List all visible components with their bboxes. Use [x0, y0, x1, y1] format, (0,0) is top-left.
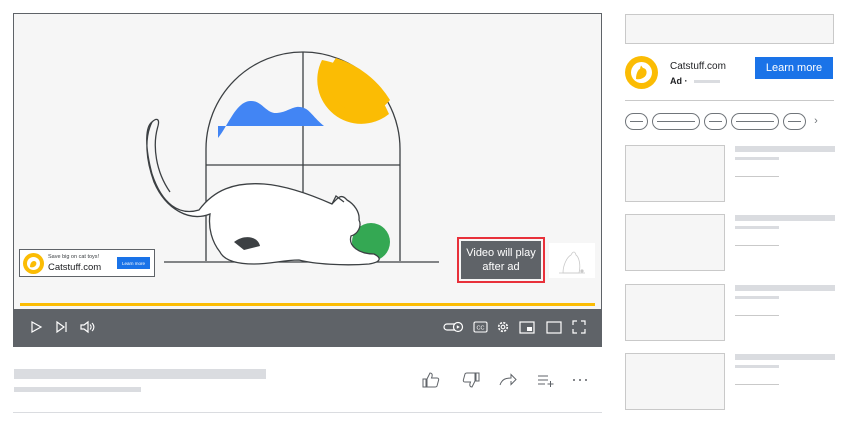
like-icon[interactable]: [420, 371, 442, 389]
filter-chip[interactable]: [731, 113, 779, 130]
recommendation-meta-placeholder: [735, 384, 779, 385]
recommendation-channel-placeholder: [735, 365, 779, 368]
ad-progress-bar[interactable]: [20, 303, 595, 306]
filter-chip[interactable]: [704, 113, 727, 130]
sidebar-ad-site[interactable]: Catstuff.com: [670, 61, 726, 72]
banner-site: Catstuff.com: [48, 262, 102, 273]
volume-icon[interactable]: [77, 317, 97, 337]
video-player[interactable]: Save big on cat toys! Catstuff.com Learn…: [13, 13, 602, 347]
recommendation-title-placeholder: [735, 354, 835, 360]
recommendation-thumbnail[interactable]: [625, 353, 725, 410]
recommendation-meta-placeholder: [735, 176, 779, 177]
theater-icon[interactable]: [544, 317, 564, 337]
recommendation-meta-placeholder: [735, 245, 779, 246]
banner-ad[interactable]: Save big on cat toys! Catstuff.com Learn…: [19, 249, 155, 277]
recommendation-thumbnail[interactable]: [625, 145, 725, 202]
recommendation-channel-placeholder: [735, 226, 779, 229]
settings-icon[interactable]: [493, 317, 513, 337]
captions-icon[interactable]: CC: [470, 317, 490, 337]
sidebar-learn-more-button[interactable]: Learn more: [755, 57, 833, 79]
recommendation-meta-placeholder: [735, 315, 779, 316]
filter-chip[interactable]: [652, 113, 700, 130]
captions-label: CC: [476, 325, 484, 331]
autoplay-toggle-icon[interactable]: [442, 317, 466, 337]
dislike-icon[interactable]: [460, 371, 482, 389]
upcoming-video-thumbnail[interactable]: [549, 243, 595, 278]
video-title-placeholder: [14, 369, 266, 379]
share-icon[interactable]: [497, 371, 519, 389]
catstuff-logo-icon: [23, 253, 44, 274]
next-icon[interactable]: [52, 317, 72, 337]
recommendation-title-placeholder: [735, 285, 835, 291]
sidebar-ad-url-placeholder: [694, 80, 720, 83]
recommendation-title-placeholder: [735, 215, 835, 221]
player-controls: CC: [14, 309, 601, 346]
sidebar-ad-banner-placeholder[interactable]: [625, 14, 834, 44]
content-divider: [13, 412, 602, 413]
filter-chip[interactable]: [625, 113, 648, 130]
sidebar-ad-label: Ad ·: [670, 76, 688, 86]
sidebar-divider: [625, 100, 834, 101]
more-icon[interactable]: [569, 371, 591, 389]
chevron-right-icon[interactable]: ›: [811, 113, 821, 130]
channel-placeholder: [14, 387, 141, 392]
blue-hill: [218, 100, 324, 138]
cat-body: [146, 120, 380, 266]
banner-tagline: Save big on cat toys!: [48, 254, 100, 260]
save-icon[interactable]: [535, 371, 557, 389]
recommendation-channel-placeholder: [735, 157, 779, 160]
recommendation-channel-placeholder: [735, 296, 779, 299]
recommendation-thumbnail[interactable]: [625, 214, 725, 271]
recommendation-thumbnail[interactable]: [625, 284, 725, 341]
filter-chip[interactable]: [783, 113, 806, 130]
catstuff-logo-icon: [625, 56, 658, 89]
recommendation-title-placeholder: [735, 146, 835, 152]
video-will-play-notice: Video will play after ad: [461, 241, 541, 279]
banner-learn-more-button[interactable]: Learn more: [117, 257, 150, 269]
miniplayer-icon[interactable]: [517, 317, 537, 337]
fullscreen-icon[interactable]: [569, 317, 589, 337]
play-icon[interactable]: [26, 317, 46, 337]
